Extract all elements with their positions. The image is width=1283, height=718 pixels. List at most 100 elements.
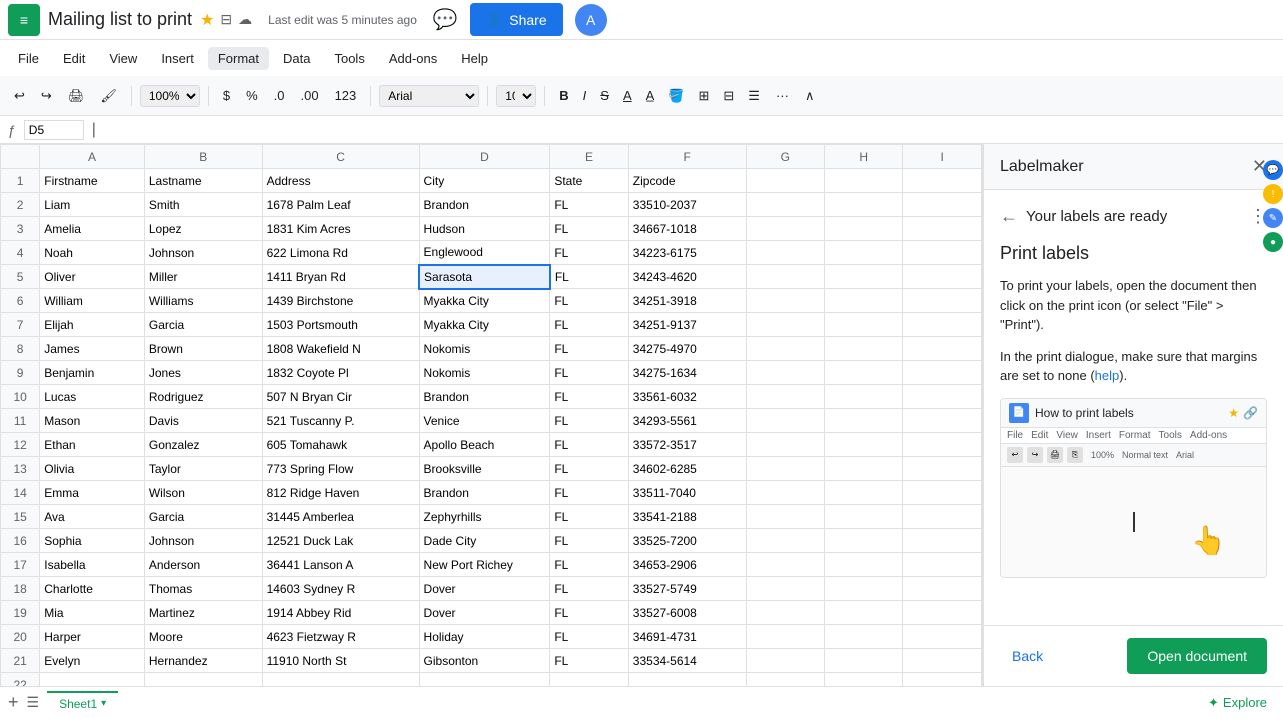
cell-c16[interactable]: 12521 Duck Lak	[262, 529, 419, 553]
back-arrow-icon[interactable]: ←	[1000, 206, 1018, 227]
cell-f21[interactable]: 33534-5614	[628, 649, 746, 673]
merge-button[interactable]: ⊟	[717, 84, 740, 108]
percent-button[interactable]: %	[240, 84, 264, 107]
cell-b9[interactable]: Jones	[144, 361, 262, 385]
cell-h17[interactable]	[824, 553, 902, 577]
row-18-header[interactable]: 18	[1, 577, 40, 601]
cell-h2[interactable]	[824, 193, 902, 217]
cell-g9[interactable]	[746, 361, 824, 385]
cell-c5[interactable]: 1411 Bryan Rd	[262, 265, 419, 289]
cell-d14[interactable]: Brandon	[419, 481, 550, 505]
cell-c12[interactable]: 605 Tomahawk	[262, 433, 419, 457]
cell-b3[interactable]: Lopez	[144, 217, 262, 241]
row-14-header[interactable]: 14	[1, 481, 40, 505]
cell-f2[interactable]: 33510-2037	[628, 193, 746, 217]
cell-a8[interactable]: James	[40, 337, 145, 361]
print-button[interactable]: 🖨	[62, 84, 91, 108]
cell-c1[interactable]: Address	[262, 169, 419, 193]
cell-g10[interactable]	[746, 385, 824, 409]
cell-a21[interactable]: Evelyn	[40, 649, 145, 673]
cell-c4[interactable]: 622 Limona Rd	[262, 241, 419, 265]
decimal1-button[interactable]: .0	[268, 84, 291, 107]
cell-i16[interactable]	[903, 529, 982, 553]
cell-c6[interactable]: 1439 Birchstone	[262, 289, 419, 313]
cell-h18[interactable]	[824, 577, 902, 601]
cell-h13[interactable]	[824, 457, 902, 481]
cell-h3[interactable]	[824, 217, 902, 241]
cell-a17[interactable]: Isabella	[40, 553, 145, 577]
cell-h15[interactable]	[824, 505, 902, 529]
cell-h9[interactable]	[824, 361, 902, 385]
cell-c19[interactable]: 1914 Abbey Rid	[262, 601, 419, 625]
cell-i9[interactable]	[903, 361, 982, 385]
cell-d15[interactable]: Zephyrhills	[419, 505, 550, 529]
cell-h4[interactable]	[824, 241, 902, 265]
menu-format[interactable]: Format	[208, 47, 269, 70]
col-header-e[interactable]: E	[550, 145, 628, 169]
cell-a14[interactable]: Emma	[40, 481, 145, 505]
underline-button[interactable]: A	[617, 84, 638, 107]
text-color-button[interactable]: A̲	[640, 84, 661, 107]
cell-f6[interactable]: 34251-3918	[628, 289, 746, 313]
font-select[interactable]: Arial	[379, 85, 479, 107]
cell-i20[interactable]	[903, 625, 982, 649]
cell-c13[interactable]: 773 Spring Flow	[262, 457, 419, 481]
row-10-header[interactable]: 10	[1, 385, 40, 409]
cell-g6[interactable]	[746, 289, 824, 313]
cell-f20[interactable]: 34691-4731	[628, 625, 746, 649]
formula-input[interactable]: Sarasota	[104, 122, 1275, 137]
cell-f16[interactable]: 33525-7200	[628, 529, 746, 553]
cell-b6[interactable]: Williams	[144, 289, 262, 313]
cell-d9[interactable]: Nokomis	[419, 361, 550, 385]
cell-e3[interactable]: FL	[550, 217, 628, 241]
cell-g4[interactable]	[746, 241, 824, 265]
menu-insert[interactable]: Insert	[151, 47, 204, 70]
cell-b8[interactable]: Brown	[144, 337, 262, 361]
cell-f15[interactable]: 33541-2188	[628, 505, 746, 529]
cell-b11[interactable]: Davis	[144, 409, 262, 433]
cell-d22[interactable]	[419, 673, 550, 687]
cell-h7[interactable]	[824, 313, 902, 337]
cell-b20[interactable]: Moore	[144, 625, 262, 649]
open-document-button[interactable]: Open document	[1127, 638, 1267, 674]
redo-button[interactable]: ↪	[35, 84, 58, 108]
cell-a3[interactable]: Amelia	[40, 217, 145, 241]
bold-button[interactable]: B	[553, 84, 574, 107]
currency-button[interactable]: $	[217, 84, 236, 107]
cell-e2[interactable]: FL	[550, 193, 628, 217]
row-21-header[interactable]: 21	[1, 649, 40, 673]
cell-d16[interactable]: Dade City	[419, 529, 550, 553]
chat-icon[interactable]: 💬	[433, 7, 458, 32]
paint-format-button[interactable]: 🖌	[94, 84, 123, 108]
cell-a16[interactable]: Sophia	[40, 529, 145, 553]
cell-e13[interactable]: FL	[550, 457, 628, 481]
cell-d6[interactable]: Myakka City	[419, 289, 550, 313]
zoom-select[interactable]: 100%	[140, 85, 200, 107]
cell-a20[interactable]: Harper	[40, 625, 145, 649]
menu-data[interactable]: Data	[273, 47, 320, 70]
cell-g13[interactable]	[746, 457, 824, 481]
cell-h20[interactable]	[824, 625, 902, 649]
cell-d10[interactable]: Brandon	[419, 385, 550, 409]
cell-b18[interactable]: Thomas	[144, 577, 262, 601]
cell-e5[interactable]: FL	[550, 265, 628, 289]
cell-b13[interactable]: Taylor	[144, 457, 262, 481]
cell-c10[interactable]: 507 N Bryan Cir	[262, 385, 419, 409]
cell-d12[interactable]: Apollo Beach	[419, 433, 550, 457]
cell-e18[interactable]: FL	[550, 577, 628, 601]
cell-b10[interactable]: Rodriguez	[144, 385, 262, 409]
cell-i18[interactable]	[903, 577, 982, 601]
cell-d2[interactable]: Brandon	[419, 193, 550, 217]
cell-d5[interactable]: Sarasota	[419, 265, 550, 289]
row-5-header[interactable]: 5	[1, 265, 40, 289]
cell-f4[interactable]: 34223-6175	[628, 241, 746, 265]
cell-f12[interactable]: 33572-3517	[628, 433, 746, 457]
cell-d18[interactable]: Dover	[419, 577, 550, 601]
menu-addons[interactable]: Add-ons	[379, 47, 447, 70]
cell-g22[interactable]	[746, 673, 824, 687]
cell-i11[interactable]	[903, 409, 982, 433]
cell-e21[interactable]: FL	[550, 649, 628, 673]
cell-f14[interactable]: 33511-7040	[628, 481, 746, 505]
cell-f7[interactable]: 34251-9137	[628, 313, 746, 337]
cell-a22[interactable]	[40, 673, 145, 687]
